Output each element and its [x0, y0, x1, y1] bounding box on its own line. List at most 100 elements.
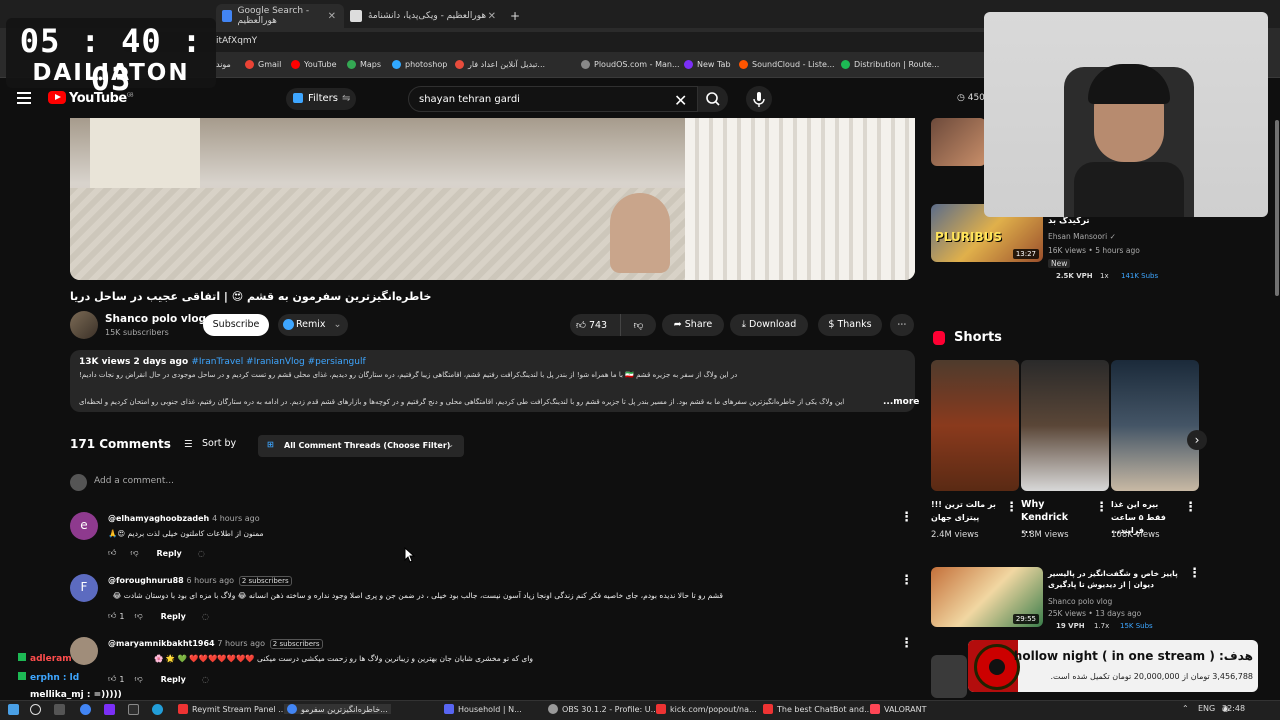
channel-name[interactable]: Shanco polo vlog — [1048, 597, 1112, 606]
bookmark-soundcloud[interactable]: SoundCloud - Liste... — [739, 60, 835, 69]
windows-start-icon[interactable] — [8, 704, 19, 715]
thumbs-down-icon[interactable]: 👎︎ — [130, 548, 138, 558]
taskbar-item[interactable]: Reymit Stream Panel ... — [178, 704, 286, 714]
short-thumbnail[interactable] — [931, 360, 1019, 491]
heart-icon[interactable]: ◌ — [202, 675, 209, 684]
taskbar-item[interactable]: OBS 30.1.2 - Profile: U... — [548, 704, 658, 714]
short-thumbnail[interactable] — [1111, 360, 1199, 491]
short-menu-icon[interactable]: ⋮ — [1095, 500, 1108, 515]
search-icon[interactable] — [30, 704, 41, 715]
bookmark-youtube[interactable]: YouTube — [291, 60, 337, 69]
short-title[interactable]: بر مالت ترین !!!پیتزای جهان — [931, 498, 1001, 524]
bookmark-converter[interactable]: تبدیل آنلاین اعداد فار... — [455, 60, 545, 69]
tray-chevron-icon[interactable]: ⌃ — [1182, 704, 1189, 713]
share-button[interactable]: ➦ Share — [662, 314, 724, 336]
bookmark-maps[interactable]: Maps — [347, 60, 381, 69]
maps-icon — [347, 60, 356, 69]
filters-button[interactable]: Filters ⇋ — [286, 88, 356, 110]
channel-avatar[interactable] — [70, 311, 98, 339]
chrome-icon[interactable] — [80, 704, 91, 715]
video-title[interactable]: پاییز خاص و شگفت‌انگیز در پالیسیر دیوان … — [1048, 568, 1182, 590]
video-meta: 25K views • 13 days ago — [1048, 609, 1142, 618]
channel-name[interactable]: Shanco polo vlog — [105, 313, 206, 325]
address-bar[interactable]: itAfXqmY — [120, 32, 1000, 52]
heart-icon[interactable]: ◌ — [202, 612, 209, 621]
thumbs-up-icon[interactable]: 👍︎ — [108, 611, 116, 621]
comment-menu-icon[interactable]: ⋮ — [900, 510, 913, 525]
bookmark-gmail[interactable]: Gmail — [245, 60, 281, 69]
filter-icon — [293, 93, 303, 103]
comment-username[interactable]: @foroughnuru88 — [108, 576, 184, 585]
search-button[interactable] — [698, 86, 728, 112]
voice-search-button[interactable] — [746, 86, 772, 112]
thumbs-up-icon[interactable]: 👍︎ — [108, 674, 116, 684]
telegram-icon[interactable] — [152, 704, 163, 715]
browser-tab-google[interactable]: Google Search - هورالعظیم ✕ — [216, 4, 344, 28]
browser-tab-wikipedia[interactable]: هورالعظیم - ویکی‌پدیا، دانشنامهٔ ✕ — [344, 4, 504, 28]
close-icon[interactable]: ✕ — [488, 11, 496, 22]
page-scrollbar[interactable] — [1275, 120, 1279, 296]
comment-time: 4 hours ago — [212, 514, 260, 523]
comment-username[interactable]: @elhamyaghoobzadeh — [108, 514, 209, 523]
taskbar-item[interactable]: The best ChatBot and... — [763, 704, 872, 714]
dislike-button[interactable]: 👎︎ — [620, 314, 656, 336]
download-button[interactable]: ⤓ Download — [730, 314, 808, 336]
comment-username[interactable]: @maryamnikbakht1964 — [108, 639, 215, 648]
bookmark-photoshop[interactable]: photoshop — [392, 60, 447, 69]
more-actions-button[interactable]: ⋯ — [890, 314, 914, 336]
short-menu-icon[interactable]: ⋮ — [1005, 500, 1018, 515]
short-menu-icon[interactable]: ⋮ — [1184, 500, 1197, 515]
video-player[interactable] — [70, 118, 915, 280]
taskbar-clock[interactable]: 22:48 — [1222, 704, 1245, 713]
reply-button[interactable]: Reply — [161, 612, 186, 621]
commenter-avatar[interactable] — [70, 637, 98, 665]
reply-button[interactable]: Reply — [161, 675, 186, 684]
task-view-icon[interactable] — [54, 704, 65, 715]
taskbar-item[interactable]: Household | N... — [444, 704, 522, 714]
commenter-avatar[interactable]: e — [70, 512, 98, 540]
taskbar-item[interactable]: kick.com/popout/na... — [656, 704, 757, 714]
close-icon[interactable]: ✕ — [328, 11, 336, 22]
remix-button[interactable]: Remix ⌄ — [278, 314, 348, 336]
taskbar-item[interactable]: VALORANT — [870, 704, 926, 714]
thumbs-down-icon[interactable]: 👎︎ — [134, 674, 142, 684]
commenter-avatar[interactable]: F — [70, 574, 98, 602]
input-language[interactable]: ENG — [1198, 704, 1215, 713]
video-thumbnail[interactable] — [931, 655, 967, 698]
donation-goal-overlay: هدف: hollow night ( in one stream ) 3,45… — [968, 640, 1258, 692]
subscribe-button[interactable]: Subscribe — [203, 314, 269, 336]
thanks-button[interactable]: $ Thanks — [818, 314, 882, 336]
add-comment-input[interactable]: Add a comment... — [94, 476, 174, 486]
thumbs-down-icon[interactable]: 👎︎ — [134, 611, 142, 621]
new-tab-button[interactable]: + — [504, 4, 520, 28]
channel-name[interactable]: Ehsan Mansoori ✓ — [1048, 232, 1116, 241]
url-text: itAfXqmY — [216, 36, 258, 46]
bookmark-item[interactable]: موند — [216, 60, 231, 69]
short-thumbnail[interactable] — [1021, 360, 1109, 491]
comment-menu-icon[interactable]: ⋮ — [900, 573, 913, 588]
heart-icon[interactable]: ◌ — [198, 549, 205, 558]
youtube-icon — [291, 60, 300, 69]
chat-message: mellika_mj : =))))) — [30, 690, 122, 700]
app-icon[interactable] — [104, 704, 115, 715]
hashtags[interactable]: #IranTravel #IranianVlog #persiangulf — [191, 357, 365, 367]
chevron-right-icon[interactable]: › — [1187, 430, 1207, 450]
bookmark-newtab[interactable]: New Tab — [684, 60, 731, 69]
video-thumbnail[interactable]: 29:55 — [931, 567, 1043, 627]
show-more-link[interactable]: ...more — [883, 397, 919, 407]
reply-button[interactable]: Reply — [157, 549, 182, 558]
like-button[interactable]: 👍︎ 743 — [570, 314, 620, 336]
taskbar-item[interactable]: خاطره‌انگیزترین سفرمو... — [284, 704, 391, 714]
video-menu-icon[interactable]: ⋮ — [1188, 566, 1201, 581]
search-input[interactable]: shayan tehran gardi — [408, 86, 698, 112]
sort-by-button[interactable]: ☰ Sort by — [184, 438, 236, 450]
comment-filter-dropdown[interactable]: ⊞ All Comment Threads (Choose Filter) ⌄ — [258, 435, 464, 457]
thumbs-up-icon[interactable]: 👍︎ — [108, 548, 116, 558]
video-title[interactable]: ترکیدگ بد — [1048, 216, 1090, 226]
bookmark-ploudos[interactable]: PloudOS.com - Man... — [581, 60, 680, 69]
clear-search-icon[interactable]: ✕ — [674, 91, 687, 110]
video-thumbnail[interactable] — [931, 118, 986, 166]
bookmark-distribution[interactable]: Distribution | Route... — [841, 60, 939, 69]
app-icon[interactable] — [128, 704, 139, 715]
comment-menu-icon[interactable]: ⋮ — [900, 636, 913, 651]
